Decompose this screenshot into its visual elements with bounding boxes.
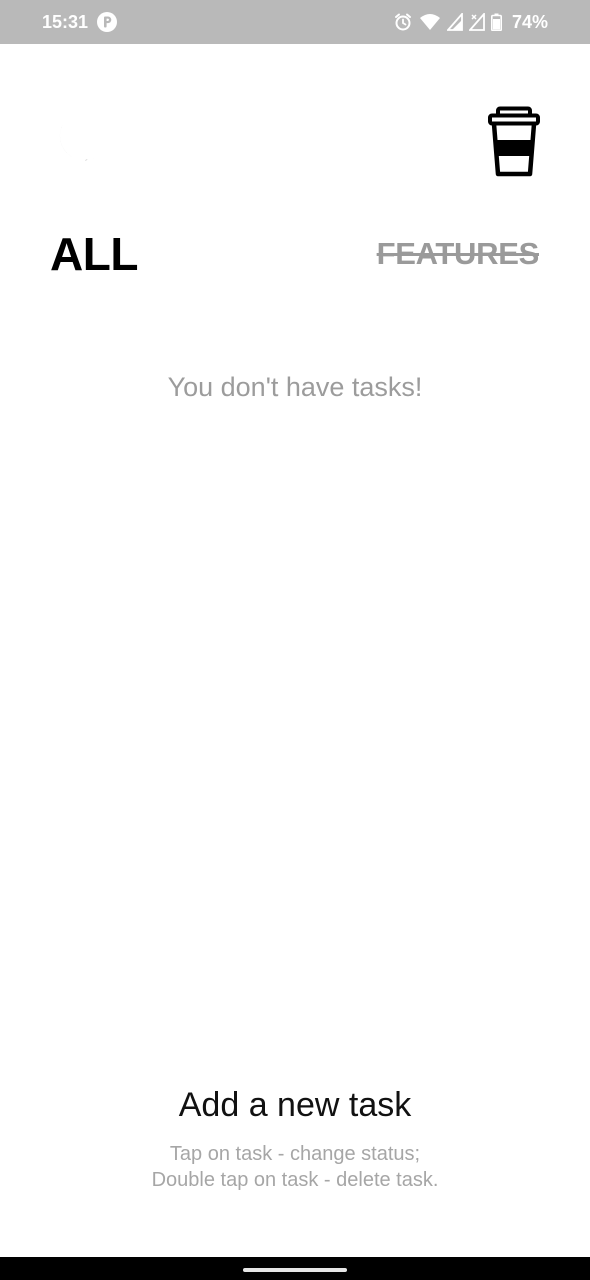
battery-percentage: 74% [511,12,548,32]
home-gesture-handle[interactable] [243,1268,347,1272]
theme-toggle-button[interactable] [48,114,104,170]
moon-icon [48,118,104,174]
coffee-cup-button[interactable] [486,106,542,178]
p-badge-icon [97,12,117,32]
battery-icon [490,13,502,31]
coffee-cup-icon [486,106,542,182]
add-task-button[interactable]: Add a new task [0,1084,590,1126]
alarm-icon [393,12,413,32]
hint-line-status: Tap on task - change status; [169,1143,421,1165]
hint-line-delete: Double tap on task - delete task. [151,1169,439,1191]
status-icons: 74% [393,11,548,33]
tab-features[interactable]: FEATURES [377,234,540,274]
tab-all[interactable]: ALL [50,226,138,282]
status-bar: 15:31 74% [0,0,590,44]
usage-hint: Tap on task - change status; Double tap … [0,1141,590,1193]
status-time: 15:31 [42,12,89,32]
navigation-bar [0,1257,590,1280]
empty-tasks-message: You don't have tasks! [167,372,423,402]
wifi-icon [419,13,441,31]
signal-x-icon [468,13,485,31]
signal-r-icon [446,13,463,31]
